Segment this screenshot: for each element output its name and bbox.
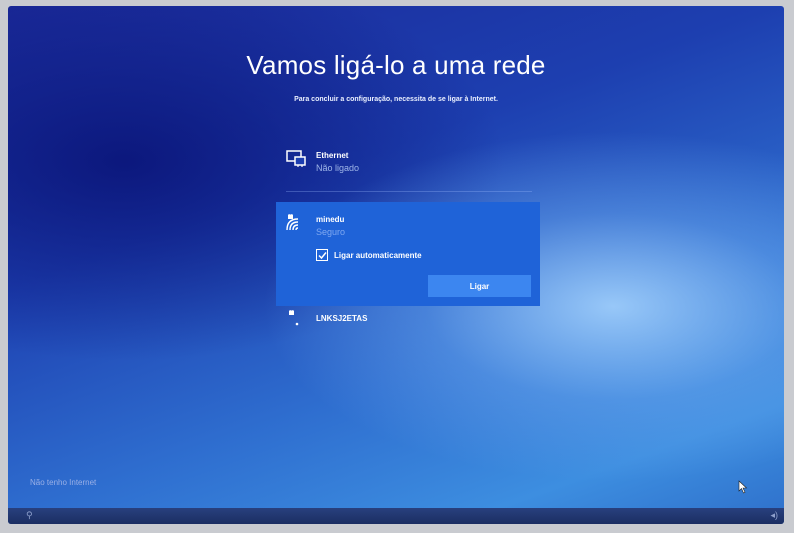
auto-connect-checkbox-row[interactable]: Ligar automaticamente xyxy=(316,249,422,261)
network-name: Ethernet xyxy=(316,151,349,160)
page-subtitle: Para concluir a configuração, necessita … xyxy=(294,96,498,103)
wifi-icon xyxy=(289,310,299,326)
network-item-minedu[interactable]: minedu Seguro Ligar automaticamente Liga… xyxy=(276,202,540,306)
network-list: Ethernet Não ligado minedu Seguro Ligar … xyxy=(276,138,540,336)
wifi-secure-icon xyxy=(286,214,299,231)
divider xyxy=(286,191,532,192)
network-item-ethernet[interactable]: Ethernet Não ligado xyxy=(276,138,540,194)
auto-connect-checkbox[interactable] xyxy=(316,249,328,261)
network-status: Não ligado xyxy=(316,163,360,173)
volume-icon[interactable]: ◂) xyxy=(770,510,778,521)
checkmark-icon xyxy=(317,251,327,259)
ethernet-icon xyxy=(286,150,306,167)
taskbar-strip: ⚲ ◂) xyxy=(8,508,784,524)
auto-connect-label: Ligar automaticamente xyxy=(334,250,422,260)
no-internet-link[interactable]: Não tenho Internet xyxy=(30,478,96,487)
network-name: LNKSJ2ETAS xyxy=(316,314,368,323)
network-name: minedu xyxy=(316,215,345,224)
page-title: Vamos ligá-lo a uma rede xyxy=(246,50,546,80)
mouse-cursor-icon xyxy=(738,480,748,494)
network-item-lnksj2etas[interactable]: LNKSJ2ETAS xyxy=(276,306,540,336)
setup-screen: Vamos ligá-lo a uma rede Para concluir a… xyxy=(8,6,784,524)
accessibility-icon: ⚲ xyxy=(26,510,33,520)
network-status: Seguro xyxy=(316,227,346,237)
connect-button[interactable]: Ligar xyxy=(428,275,531,297)
